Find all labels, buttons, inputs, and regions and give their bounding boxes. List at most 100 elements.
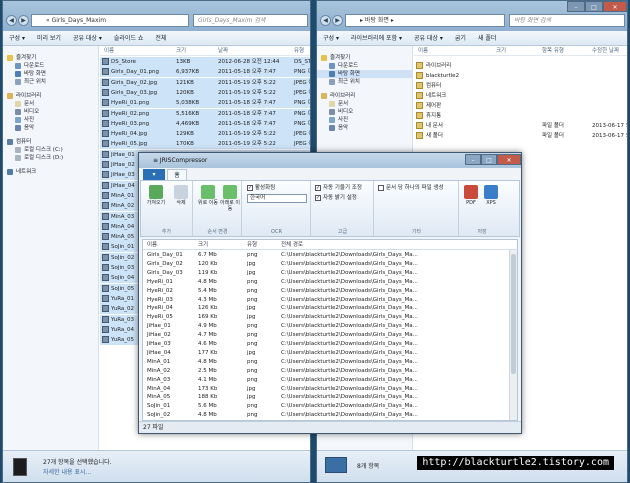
toolbar-share[interactable]: 공유 대상 ▾ [408, 31, 449, 46]
toolbar-organize[interactable]: 구성 ▾ [3, 31, 31, 46]
nav-videos[interactable]: 비디오 [317, 108, 412, 116]
toolbar-more[interactable]: 전체 [149, 31, 172, 46]
compress-file-row[interactable]: MinA_01 4.8 Mb png C:\Users\blackturtle2\Do… [143, 358, 499, 367]
nav-downloads[interactable]: 다운로드 [317, 62, 412, 70]
nav-downloads[interactable]: 다운로드 [3, 62, 98, 70]
right-address-bar[interactable]: ▸ 바탕 화면 ▸ [345, 14, 505, 27]
close-button[interactable]: ✕ [603, 1, 627, 12]
right-search-input[interactable]: 바탕 화면 검색 [509, 14, 625, 27]
nav-videos[interactable]: 비디오 [3, 108, 98, 116]
file-row[interactable]: HyeRi_04.jpg 129KB 2011-05-19 오후 5:22 JPEG … [100, 129, 310, 140]
scrollbar-thumb[interactable] [511, 254, 516, 374]
desktop-item-row[interactable]: 컴퓨터 [414, 81, 627, 91]
add-files-button[interactable]: 가져오기 [143, 185, 169, 206]
col-name[interactable]: 이름 [147, 240, 157, 250]
file-row[interactable]: HyeRi_05.jpg 170KB 2011-05-19 오후 5:22 JPEG … [100, 139, 310, 150]
file-row[interactable]: HyeRi_03.png 4,469KB 2011-05-18 오후 7:47 PNG… [100, 118, 310, 129]
compress-file-row[interactable]: Girls_Day_03 119 Kb jpg C:\Users\blackturtl… [143, 269, 499, 278]
nav-drive-c[interactable]: 로컬 디스크 (C:) [3, 146, 98, 154]
compress-file-row[interactable]: HyeRi_03 4.3 Mb png C:\Users\blackturtle2\D… [143, 296, 499, 305]
toolbar-burn[interactable]: 굽기 [449, 31, 472, 46]
col-type[interactable]: 유형 [294, 47, 304, 56]
ribbon-home-tab[interactable]: 홈 [167, 169, 187, 180]
nav-computer[interactable]: 컴퓨터 [3, 138, 98, 146]
compress-file-row[interactable]: JiHae_04 177 Kb jpg C:\Users\blackturtle2\D… [143, 349, 499, 358]
col-item-type[interactable]: 항목 유형 [542, 47, 564, 56]
compress-file-row[interactable]: HyeRi_05 169 Kb jpg C:\Users\blackturtle2\D… [143, 313, 499, 322]
col-size[interactable]: 크기 [176, 47, 186, 56]
compress-file-row[interactable]: HyeRi_02 5.4 Mb png C:\Users\blackturtle2\D… [143, 287, 499, 296]
toolbar-include-library[interactable]: 라이브러리에 포함 ▾ [345, 31, 408, 46]
nav-pictures[interactable]: 사진 [3, 116, 98, 124]
ribbon-file-tab[interactable]: ▾ [143, 169, 165, 180]
desktop-item-row[interactable]: 네트워크 [414, 91, 627, 101]
compress-file-row[interactable]: SoJin_01 5.6 Mb png C:\Users\blackturtle2\D… [143, 402, 499, 411]
compress-file-row[interactable]: Girls_Day_02 120 Kb jpg C:\Users\blackturtl… [143, 260, 499, 269]
nav-libraries[interactable]: 라이브러리 [317, 92, 412, 100]
save-xps-button[interactable]: XPS [482, 185, 500, 206]
minimize-button[interactable]: – [567, 1, 585, 12]
nav-documents[interactable]: 문서 [3, 100, 98, 108]
nav-documents[interactable]: 문서 [317, 100, 412, 108]
nav-favorites[interactable]: 즐겨찾기 [317, 54, 412, 62]
desktop-item-row[interactable]: 라이브러리 [414, 61, 627, 71]
compress-file-row[interactable]: JiHae_03 4.6 Mb png C:\Users\blackturtle2\D… [143, 340, 499, 349]
left-address-bar[interactable]: « Girls_Days_Maxim [31, 14, 189, 27]
move-up-button[interactable]: 위로 이동 [198, 185, 218, 206]
col-name[interactable]: 이름 [104, 47, 114, 56]
nav-libraries[interactable]: 라이브러리 [3, 92, 98, 100]
toolbar-share[interactable]: 공유 대상 ▾ [67, 31, 108, 46]
nav-desktop[interactable]: 바탕 화면 [317, 70, 412, 78]
col-name[interactable]: 이름 [418, 47, 428, 56]
dialog-minimize-button[interactable]: – [465, 154, 481, 165]
compress-file-row[interactable]: JiHae_01 4.9 Mb png C:\Users\blackturtle2\D… [143, 322, 499, 331]
back-icon[interactable]: ◀ [6, 15, 17, 26]
col-size[interactable]: 크기 [496, 47, 506, 56]
compress-file-row[interactable]: MinA_03 4.1 Mb png C:\Users\blackturtle2\Do… [143, 376, 499, 385]
back-icon[interactable]: ◀ [320, 15, 331, 26]
nav-network[interactable]: 네트워크 [3, 168, 98, 176]
toolbar-organize[interactable]: 구성 ▾ [317, 31, 345, 46]
toolbar-slideshow[interactable]: 슬라이드 쇼 [108, 31, 150, 46]
compress-file-row[interactable]: Girls_Day_01 6.7 Mb png C:\Users\blackturtl… [143, 251, 499, 260]
delete-button[interactable]: 삭제 [171, 185, 191, 206]
forward-icon[interactable]: ▶ [332, 15, 343, 26]
ocr-enabled-checkbox[interactable]: ✓ 활성화됨 [247, 184, 275, 192]
desktop-item-row[interactable]: 제어판 [414, 101, 627, 111]
file-row[interactable]: Girls_Day_01.png 6,937KB 2011-05-18 오후 7:4… [100, 67, 310, 78]
compress-file-row[interactable]: SoJin_02 4.8 Mb png C:\Users\blackturtle2\D… [143, 411, 499, 420]
compress-file-row[interactable]: MinA_05 188 Kb jpg C:\Users\blackturtle2\Do… [143, 393, 499, 402]
nav-desktop[interactable]: 바탕 화면 [3, 70, 98, 78]
dialog-scrollbar[interactable] [509, 250, 517, 420]
toolbar-preview[interactable]: 미리 보기 [31, 31, 67, 46]
nav-recent[interactable]: 최근 위치 [3, 78, 98, 86]
file-row[interactable]: Girls_Day_03.jpg 120KB 2011-05-19 오후 5:22 J… [100, 87, 310, 98]
right-titlebar[interactable]: – □ ✕ ◀ ▶ ▸ 바탕 화면 ▸ 바탕 화면 검색 [317, 1, 627, 31]
nav-drive-d[interactable]: 로컬 디스크 (D:) [3, 154, 98, 162]
left-search-input[interactable]: Girls_Days_Maxim 검색 [193, 14, 308, 27]
file-row[interactable]: HyeRi_02.png 5,516KB 2011-05-18 오후 7:47 PNG… [100, 108, 310, 119]
save-pdf-button[interactable]: PDF [462, 185, 480, 206]
one-file-per-doc-checkbox[interactable]: 문서 당 하나의 파일 생성 [378, 184, 444, 192]
forward-icon[interactable]: ▶ [18, 15, 29, 26]
left-titlebar[interactable]: ◀ ▶ « Girls_Days_Maxim Girls_Days_Maxim … [3, 1, 310, 31]
move-down-button[interactable]: 아래로 이동 [220, 185, 240, 212]
nav-pictures[interactable]: 사진 [317, 116, 412, 124]
compress-file-row[interactable]: MinA_02 2.5 Mb png C:\Users\blackturtle2\Do… [143, 367, 499, 376]
nav-favorites[interactable]: 즐겨찾기 [3, 54, 98, 62]
compress-file-row[interactable]: HyeRi_01 4.8 Mb png C:\Users\blackturtle2\D… [143, 278, 499, 287]
compress-file-row[interactable]: JiHae_02 4.7 Mb png C:\Users\blackturtle2\D… [143, 331, 499, 340]
file-row[interactable]: Girls_Day_02.jpg 121KB 2011-05-19 오후 5:22 J… [100, 77, 310, 88]
nav-recent[interactable]: 최근 위치 [317, 78, 412, 86]
file-row[interactable]: HyeRi_01.png 5,038KB 2011-05-18 오후 7:47 PNG… [100, 98, 310, 109]
dialog-titlebar[interactable]: ≡ JRISCompressor [139, 153, 521, 168]
desktop-item-row[interactable]: 새 폴더 파일 폴더 2013-06-17 오 [414, 131, 627, 141]
col-type[interactable]: 유형 [247, 240, 257, 250]
file-row[interactable]: DS_Store 13KB 2012-06-28 오전 12:44 DS_STO [100, 57, 310, 67]
ocr-language-select[interactable]: 한국어 [247, 194, 307, 203]
nav-music[interactable]: 음악 [3, 124, 98, 132]
desktop-item-row[interactable]: blackturtle2 [414, 71, 627, 81]
toolbar-new-folder[interactable]: 새 폴더 [472, 31, 502, 46]
maximize-button[interactable]: □ [585, 1, 603, 12]
desktop-item-row[interactable]: 내 문서 파일 폴더 2013-06-17 오 [414, 121, 627, 131]
